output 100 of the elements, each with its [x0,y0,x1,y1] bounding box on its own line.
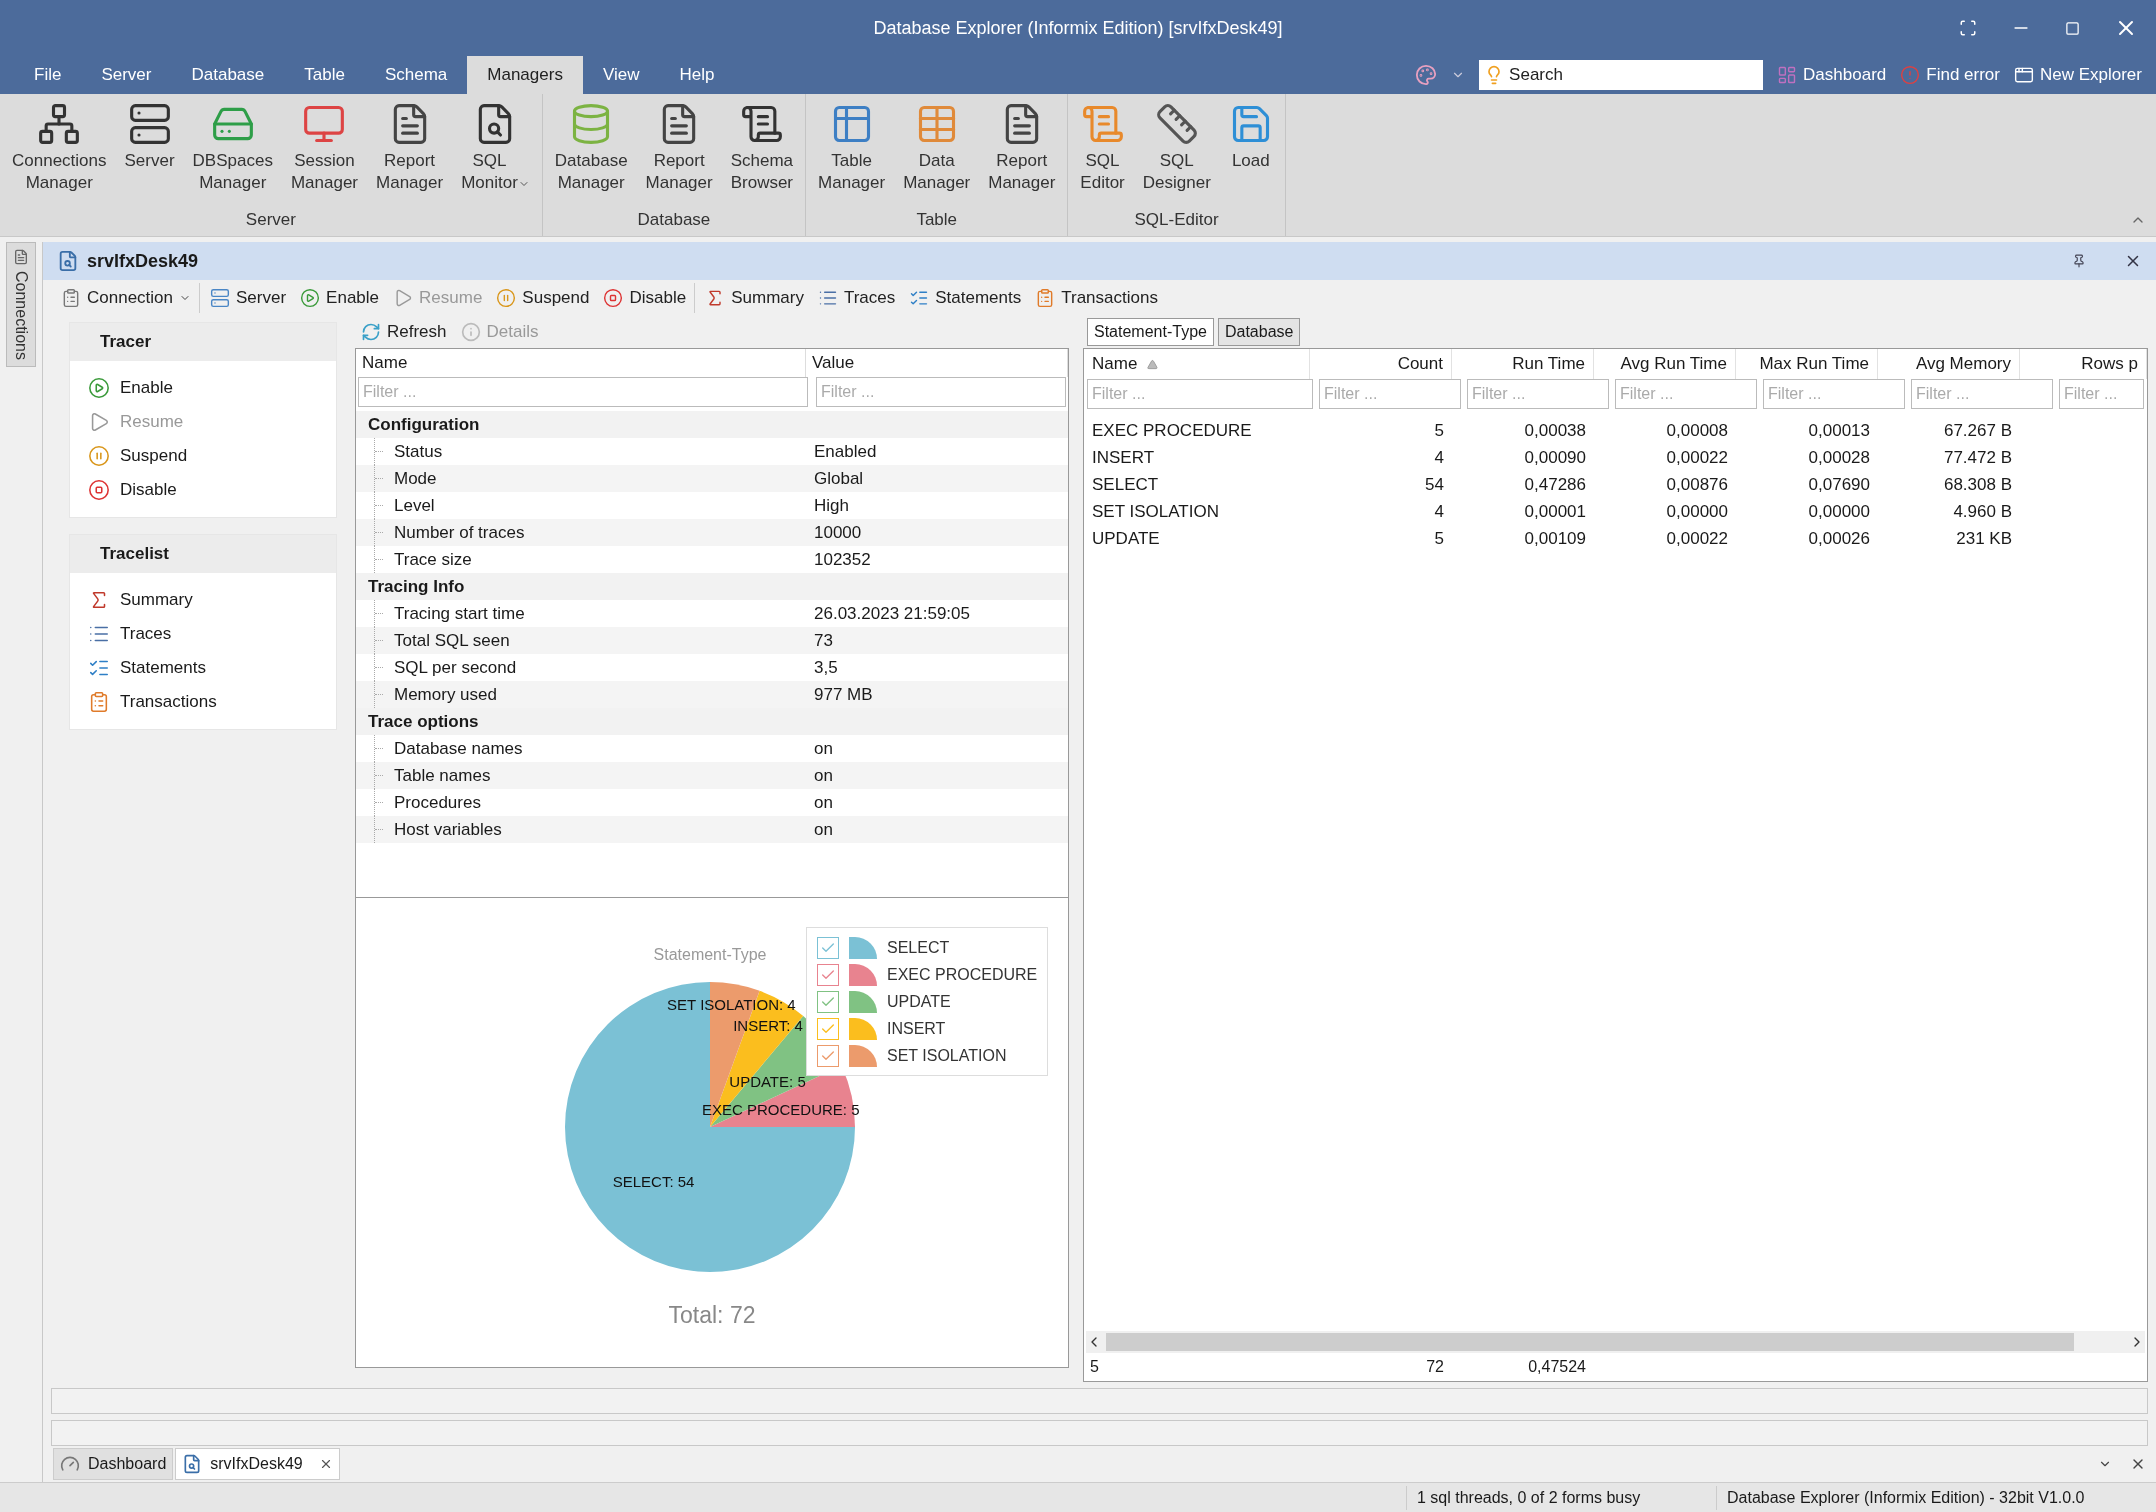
menu-tab[interactable]: Schema [364,56,468,94]
ribbon-button[interactable]: Data Manager [895,102,979,194]
document-icon [13,249,29,265]
menu-tab[interactable]: View [582,56,660,94]
menu-tab[interactable]: Server [81,56,172,94]
menu-tab[interactable]: Database [171,56,285,94]
footer-cell-text: 0,47524 [1527,1357,1587,1377]
legend-checkbox[interactable] [817,1017,839,1040]
nav-item[interactable]: Traces [70,617,336,651]
ribbon-button[interactable]: DBSpaces Manager [184,102,281,194]
toolbar-button[interactable]: Summary [694,283,810,313]
column-header[interactable]: Name [1084,349,1310,379]
filter-field[interactable]: Filter ... [2059,379,2144,409]
toolbar-button[interactable]: Connection [55,283,197,313]
filter-field[interactable]: Filter ... [358,377,808,407]
info-icon [460,322,481,342]
filter-field[interactable]: Filter ... [816,377,1066,407]
column-header: Value [806,349,1068,377]
legend-label: EXEC PROCEDURE [887,964,1038,985]
ribbon-button[interactable]: Report Manager [368,102,452,194]
play-icon [88,377,110,399]
chart-mode-tab[interactable]: Statement-Type [1087,318,1214,346]
toolbar-button[interactable]: Disable [597,283,693,313]
palette-icon[interactable] [1415,64,1438,86]
toolbar-button[interactable]: Traces [811,283,902,313]
ribbon-button[interactable]: Database Manager [546,102,636,194]
nav-item[interactable]: Statements [70,651,336,685]
menu-tab[interactable]: Managers [467,56,583,94]
property-name: Tracing start time [394,602,525,625]
column-header[interactable]: Avg Memory [1878,349,2020,379]
column-header[interactable]: Run Time [1452,349,1594,379]
ribbon-button[interactable]: Load [1220,102,1281,172]
ribbon-group-label: Table [915,208,958,231]
toolbar-button[interactable]: Statements [903,283,1028,313]
ribbon-button[interactable]: SQL Monitor [453,102,538,194]
search-field[interactable]: Search [1479,60,1764,90]
toolbar-button[interactable]: Transactions [1029,283,1164,313]
ribbon-button[interactable]: Connections Manager [4,102,115,194]
side-tab[interactable]: Connections [6,242,36,367]
menu-tab[interactable]: Table [284,56,365,94]
pin-icon[interactable] [2072,254,2086,268]
menu-tab[interactable]: Help [659,56,735,94]
property-name: Memory used [394,683,497,706]
filter-field[interactable]: Filter ... [1763,379,1905,409]
legend-checkbox[interactable] [817,963,839,986]
table-cell-text: 0,00109 [1523,527,1587,550]
nav-item[interactable]: Transactions [70,685,336,719]
legend-checkbox[interactable] [817,990,839,1013]
filter-field[interactable]: Filter ... [1615,379,1757,409]
column-header[interactable]: Rows p [2020,349,2147,379]
scrollbar-thumb[interactable] [1106,1333,2075,1351]
nav-item[interactable]: Summary [70,583,336,617]
legend-checkbox[interactable] [817,1044,839,1067]
ribbon-button[interactable]: Schema Browser [722,102,802,194]
ribbon-group-label: Database [636,208,712,231]
maximize-icon[interactable] [2065,20,2080,36]
property-value: 102352 [813,548,872,571]
document-tab[interactable]: Dashboard [53,1448,174,1480]
table-cell-text: 0,07690 [1807,473,1871,496]
chart-mode-tab[interactable]: Database [1217,318,1301,346]
legend-checkbox[interactable] [817,936,839,959]
column-header[interactable]: Avg Run Time [1594,349,1736,379]
document-icon [61,288,81,308]
ribbon-button[interactable]: SQL Designer [1134,102,1219,194]
nav-item[interactable]: Disable [70,473,336,507]
ribbon-button[interactable]: Report Manager [980,102,1064,194]
ribbon-button[interactable]: SQL Editor [1072,102,1133,194]
alert-icon [1900,65,1921,85]
legend-label: INSERT [887,1018,946,1039]
table-cell-text: 0,00001 [1523,500,1587,523]
ribbon-button[interactable]: Report Manager [637,102,721,194]
table-cell-text: SELECT [1091,473,1160,496]
column-header[interactable]: Max Run Time [1736,349,1878,379]
toolbar-button[interactable]: Refresh [357,319,451,345]
status-text: 1 sql threads, 0 of 2 forms busy [1406,1485,1716,1510]
table-cell-text: UPDATE [1091,527,1161,550]
toolbar-button[interactable]: Enable [294,283,386,313]
toolbar-button[interactable]: Suspend [490,283,596,313]
filter-field[interactable]: Filter ... [1467,379,1609,409]
screenshot-icon[interactable] [1959,19,1977,37]
column-header: Name [356,349,806,377]
menu-tab[interactable]: File [14,56,82,94]
toolbar-link[interactable]: New Explorer [2013,62,2142,88]
ribbon-button[interactable]: Session Manager [282,102,367,194]
ribbon-button[interactable]: Server [116,102,183,172]
toolbar-link[interactable]: Dashboard [1777,62,1887,88]
toolbar-button[interactable]: Server [199,283,293,313]
toolbar-link[interactable]: Find error [1900,62,2000,88]
filter-field[interactable]: Filter ... [1911,379,2053,409]
column-header[interactable]: Count [1310,349,1452,379]
nav-item[interactable]: Enable [70,371,336,405]
ribbon-button[interactable]: Table Manager [810,102,894,194]
filter-field[interactable]: Filter ... [1319,379,1461,409]
property-name: Procedures [394,791,481,814]
property-name: Table names [394,764,491,787]
filter-field[interactable]: Filter ... [1087,379,1313,409]
nav-item[interactable]: Suspend [70,439,336,473]
document-tab[interactable]: srvIfxDesk49 [175,1448,340,1480]
property-name: SQL per second [394,656,517,679]
property-name: Host variables [394,818,502,841]
